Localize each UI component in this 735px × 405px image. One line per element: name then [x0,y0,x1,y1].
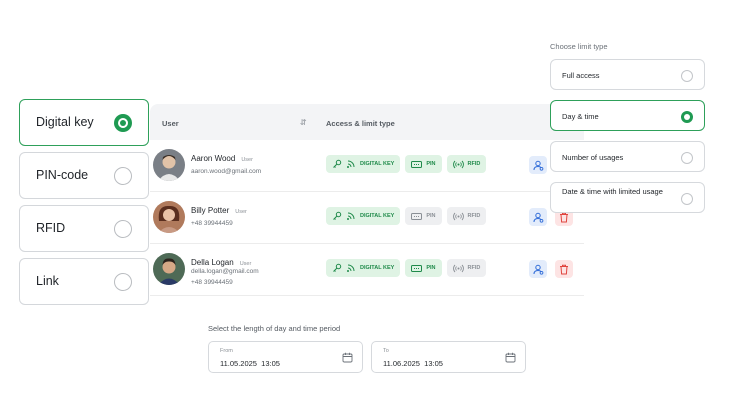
pin-icon [411,160,423,168]
user-role: User [241,157,253,163]
pin-icon [411,212,423,220]
limit-option-label: Number of usages [562,153,624,162]
radio[interactable] [681,193,693,205]
user-phone: +48 39944459 [191,279,233,286]
access-type-label: Digital key [36,115,94,129]
user-settings-button[interactable] [529,260,547,278]
access-type-link[interactable]: Link [19,258,149,305]
trash-icon [560,264,568,274]
from-date-field[interactable]: From 11.05.2025 13:05 [208,341,363,373]
column-access: Access & limit type [326,119,395,128]
radio[interactable] [114,220,132,238]
digital-key-badge: DIGITAL KEY [326,207,401,225]
access-badges: DIGITAL KEY PIN RFID [326,155,487,173]
user-role: User [235,209,247,215]
users-table: User ⇵ Access & limit type Aaron Wood Use… [150,104,584,298]
avatar [153,253,185,285]
key-icon [333,263,342,272]
limit-option-label: Full access [562,71,600,80]
access-type-label: RFID [36,221,66,235]
limit-option-number-of-usages[interactable]: Number of usages [550,141,705,172]
period-title: Select the length of day and time period [208,324,341,333]
limit-option-date-time-limited[interactable]: Date & time with limited usage [550,182,705,213]
access-type-pin-code[interactable]: PIN-code [19,152,149,199]
user-settings-icon [533,212,543,223]
table-row[interactable]: Aaron Wood User aaron.wood@gmail.com DIGI… [150,140,584,192]
from-value: 11.05.2025 13:05 [220,359,280,368]
user-name: Della Logan User [191,258,252,267]
radio[interactable] [114,167,132,185]
rfid-icon [452,264,464,272]
rfid-badge: RFID [446,155,487,173]
digital-key-badge: DIGITAL KEY [326,259,401,277]
user-contact: aaron.wood@gmail.com [191,168,262,175]
access-type-label: PIN-code [36,168,89,182]
user-settings-button[interactable] [529,208,547,226]
table-header: User ⇵ Access & limit type [150,104,584,140]
rfid-icon [452,160,464,168]
user-settings-icon [533,160,543,171]
limit-type-title: Choose limit type [550,42,608,51]
calendar-icon[interactable] [505,352,516,363]
trash-icon [560,212,568,222]
access-badges: DIGITAL KEY PIN RFID [326,259,487,277]
radio-selected[interactable] [114,114,132,132]
nfc-icon [347,264,355,272]
key-icon [333,211,342,220]
radio-selected[interactable] [681,111,693,123]
limit-option-label: Date & time with limited usage [562,187,663,196]
radio[interactable] [114,273,132,291]
to-value: 11.06.2025 13:05 [383,359,443,368]
column-user: User [162,119,179,128]
to-date-field[interactable]: To 11.06.2025 13:05 [371,341,526,373]
delete-button[interactable] [555,260,573,278]
calendar-icon[interactable] [342,352,353,363]
user-contact: della.logan@gmail.com [191,268,259,275]
limit-option-label: Day & time [562,112,599,121]
from-label: From [220,348,233,354]
access-type-label: Link [36,274,59,288]
access-type-rfid[interactable]: RFID [19,205,149,252]
digital-key-badge: DIGITAL KEY [326,155,401,173]
rfid-badge: RFID [446,207,487,225]
user-contact: +48 39944459 [191,220,233,227]
pin-badge: PIN [405,155,442,173]
pin-badge: PIN [405,259,442,277]
nfc-icon [347,160,355,168]
radio[interactable] [681,70,693,82]
table-row[interactable]: Della Logan User della.logan@gmail.com +4… [150,244,584,296]
rfid-icon [452,212,464,220]
rfid-badge: RFID [446,259,487,277]
radio[interactable] [681,152,693,164]
pin-icon [411,264,423,272]
sort-icon[interactable]: ⇵ [300,118,307,127]
limit-option-full-access[interactable]: Full access [550,59,705,90]
access-badges: DIGITAL KEY PIN RFID [326,207,487,225]
table-row[interactable]: Billy Potter User +48 39944459 DIGITAL KE… [150,192,584,244]
user-settings-button[interactable] [529,156,547,174]
avatar [153,201,185,233]
limit-option-day-time[interactable]: Day & time [550,100,705,131]
key-icon [333,159,342,168]
pin-badge: PIN [405,207,442,225]
user-role: User [239,261,252,267]
user-settings-icon [533,264,543,275]
nfc-icon [347,212,355,220]
avatar [153,149,185,181]
to-label: To [383,348,389,354]
user-name: Aaron Wood User [191,154,253,163]
user-name: Billy Potter User [191,206,247,215]
access-type-digital-key[interactable]: Digital key [19,99,149,146]
